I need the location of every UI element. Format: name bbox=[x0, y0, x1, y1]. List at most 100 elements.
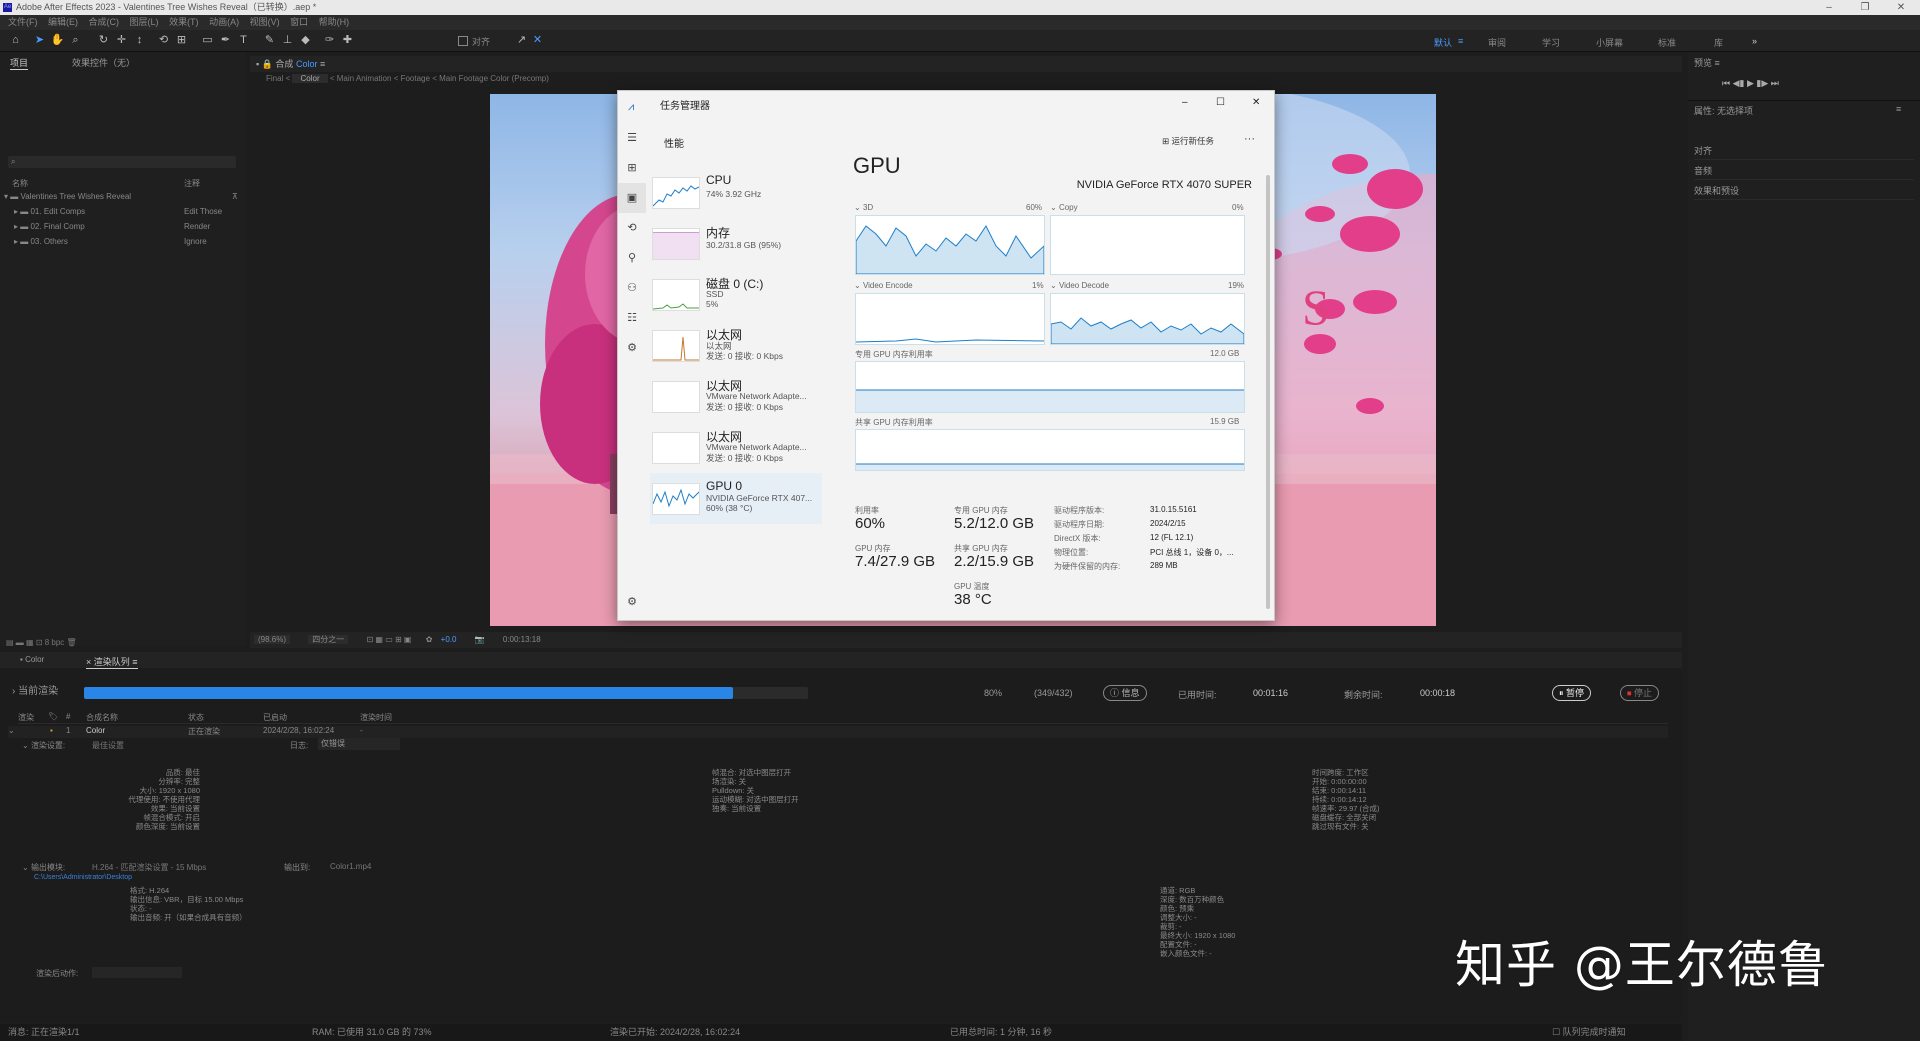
brush-tool-icon[interactable]: ✎ bbox=[262, 33, 277, 48]
exposure-value[interactable]: +0.0 bbox=[441, 635, 457, 644]
viewer-options-icons[interactable]: ⊡ ▦ ▭ ⊞ ▣ bbox=[366, 635, 411, 644]
workspace-overflow-icon[interactable]: » bbox=[1752, 36, 1757, 46]
hand-tool-icon[interactable]: ✋ bbox=[50, 33, 65, 48]
output-module-value[interactable]: H.264 - 匹配渲染设置 - 15 Mbps bbox=[92, 862, 206, 873]
notify-checkbox[interactable]: ☐ 队列完成时通知 bbox=[1552, 1024, 1626, 1041]
workspace-default[interactable]: 默认 bbox=[1434, 36, 1452, 49]
graph-copy-label[interactable]: ⌄ Copy bbox=[1050, 203, 1078, 212]
snap-options-icon[interactable]: ✕ bbox=[530, 33, 545, 48]
col-status[interactable]: 状态 bbox=[188, 712, 204, 723]
dolly-tool-icon[interactable]: ↕ bbox=[132, 33, 147, 48]
menu-window[interactable]: 窗口 bbox=[290, 17, 308, 27]
project-item-folder[interactable]: ▸ ▬ 02. Final Comp Render bbox=[14, 222, 234, 231]
home-icon[interactable]: ⌂ bbox=[8, 33, 23, 48]
zoom-dropdown[interactable]: (98.6%) bbox=[254, 635, 291, 644]
breadcrumb-item[interactable]: Main Animation bbox=[337, 74, 392, 83]
output-path-link[interactable]: C:\Users\Administrator\Desktop bbox=[34, 874, 132, 881]
history-icon[interactable]: ⟲ bbox=[618, 213, 646, 243]
perf-item-gpu[interactable]: GPU 0 NVIDIA GeForce RTX 407... 60% (38 … bbox=[650, 473, 822, 524]
viewer-timecode[interactable]: 0:00:13:18 bbox=[503, 635, 541, 644]
row-label-icon[interactable]: ▪ bbox=[50, 726, 53, 735]
graph-decode-label[interactable]: ⌄ Video Decode bbox=[1050, 281, 1109, 290]
workspace-menu-icon[interactable]: ≡ bbox=[1458, 36, 1463, 46]
performance-icon[interactable]: ▣ bbox=[618, 183, 646, 213]
col-started[interactable]: 已启动 bbox=[263, 712, 287, 723]
perf-item-ethernet[interactable]: 以太网 VMware Network Adapte... 发送: 0 接收: 0… bbox=[650, 422, 807, 473]
menu-file[interactable]: 文件(F) bbox=[8, 17, 38, 27]
graph-encode-label[interactable]: ⌄ Video Encode bbox=[854, 281, 913, 290]
text-tool-icon[interactable]: T bbox=[236, 33, 251, 48]
pause-button[interactable]: ⏸ 暂停 bbox=[1552, 685, 1592, 701]
col-render-time[interactable]: 渲染时间 bbox=[360, 712, 392, 723]
tm-scrollbar[interactable] bbox=[1266, 175, 1270, 609]
tab-effect-controls[interactable]: 效果控件（无） bbox=[72, 56, 135, 69]
minimize-button[interactable]: – bbox=[1814, 0, 1844, 15]
render-queue-row[interactable]: ⌄ ▪ 1 Color 正在渲染 2024/2/28, 16:02:24 - bbox=[8, 726, 1668, 738]
run-new-task-button[interactable]: ⊞ 运行新任务 bbox=[1162, 135, 1214, 147]
eraser-tool-icon[interactable]: ◆ bbox=[298, 33, 313, 48]
processes-icon[interactable]: ⊞ bbox=[618, 153, 646, 183]
clone-tool-icon[interactable]: ⊥ bbox=[280, 33, 295, 48]
col-number[interactable]: # bbox=[66, 712, 70, 721]
puppet-tool-icon[interactable]: ✚ bbox=[340, 33, 355, 48]
post-render-dropdown[interactable] bbox=[92, 967, 182, 978]
comp-lock-icon[interactable]: ▪ 🔒 bbox=[256, 59, 273, 69]
workspace-review[interactable]: 审阅 bbox=[1488, 36, 1506, 49]
properties-menu-icon[interactable]: ≡ bbox=[1896, 104, 1901, 114]
tab-project[interactable]: 项目 bbox=[10, 56, 29, 70]
menu-edit[interactable]: 编辑(E) bbox=[48, 17, 78, 27]
workspace-standard[interactable]: 标准 bbox=[1658, 36, 1676, 49]
tab-render-queue[interactable]: × 渲染队列 ≡ bbox=[86, 655, 138, 669]
snap-icon[interactable]: ↗ bbox=[514, 33, 529, 48]
roto-tool-icon[interactable]: ✑ bbox=[322, 33, 337, 48]
more-options-button[interactable]: ··· bbox=[1244, 133, 1255, 145]
panel-effects-presets[interactable]: 效果和预设 bbox=[1694, 184, 1914, 200]
render-settings-label[interactable]: ⌄ 渲染设置: bbox=[22, 740, 65, 751]
perf-item-memory[interactable]: 内存 30.2/31.8 GB (95%) bbox=[650, 218, 800, 269]
info-button[interactable]: ⓘ 信息 bbox=[1103, 685, 1147, 701]
comp-tab-menu-icon[interactable]: ≡ bbox=[320, 59, 325, 69]
pen-tool-icon[interactable]: ✒ bbox=[218, 33, 233, 48]
graph-3d-label[interactable]: ⌄ 3D bbox=[854, 203, 873, 212]
row-comp-name[interactable]: Color bbox=[86, 726, 105, 735]
comp-tab-name[interactable]: Color bbox=[296, 59, 318, 69]
snapshot-icon[interactable]: 📷 bbox=[475, 635, 485, 644]
col-label-icon[interactable]: 🏷 bbox=[48, 712, 58, 721]
breadcrumb-item[interactable]: Color bbox=[292, 74, 328, 83]
perf-item-ethernet[interactable]: 以太网 VMware Network Adapte... 发送: 0 接收: 0… bbox=[650, 371, 807, 422]
color-icon[interactable]: ✿ bbox=[426, 635, 433, 644]
shape-tool-icon[interactable]: ▭ bbox=[200, 33, 215, 48]
output-module-label[interactable]: ⌄ 输出模块: bbox=[22, 862, 65, 873]
pan-tool-icon[interactable]: ✛ bbox=[114, 33, 129, 48]
properties-tab[interactable]: 属性: 无选择项 bbox=[1694, 104, 1753, 117]
menu-layer[interactable]: 图层(L) bbox=[130, 17, 159, 27]
tm-minimize-button[interactable]: – bbox=[1182, 87, 1188, 119]
menu-effect[interactable]: 效果(T) bbox=[169, 17, 199, 27]
panel-align[interactable]: 对齐 bbox=[1694, 144, 1914, 160]
services-icon[interactable]: ⚙ bbox=[618, 333, 646, 363]
output-to-value[interactable]: Color1.mp4 bbox=[330, 862, 371, 871]
tab-timeline-color[interactable]: ▪ Color bbox=[20, 655, 44, 664]
stop-button[interactable]: ⏹ 停止 bbox=[1620, 685, 1660, 701]
project-footer-icons[interactable]: ▤ ▬ ▦ ⊡ 8 bpc 🗑 bbox=[6, 638, 77, 647]
col-render[interactable]: 渲染 bbox=[18, 712, 34, 723]
col-name-header[interactable]: 名称 bbox=[12, 178, 28, 189]
project-item-folder[interactable]: ▸ ▬ 01. Edit Comps Edit Those bbox=[14, 207, 234, 216]
log-dropdown[interactable]: 仅错误 bbox=[318, 738, 400, 750]
breadcrumb-item[interactable]: Main Footage Color (Precomp) bbox=[439, 74, 549, 83]
workspace-learn[interactable]: 学习 bbox=[1542, 36, 1560, 49]
project-item-root[interactable]: ▾ ▬ Valentines Tree Wishes Reveal bbox=[4, 192, 234, 201]
details-icon[interactable]: ☷ bbox=[618, 303, 646, 333]
perf-item-disk[interactable]: 磁盘 0 (C:) SSD 5% bbox=[650, 269, 800, 320]
perf-item-cpu[interactable]: CPU 74% 3.92 GHz bbox=[650, 167, 800, 218]
breadcrumb-item[interactable]: Footage bbox=[401, 74, 430, 83]
col-comp-name[interactable]: 合成名称 bbox=[86, 712, 118, 723]
users-icon[interactable]: ⚇ bbox=[618, 273, 646, 303]
startup-icon[interactable]: ⚲ bbox=[618, 243, 646, 273]
anchor-tool-icon[interactable]: ⊞ bbox=[174, 33, 189, 48]
breadcrumb-item[interactable]: Final bbox=[266, 74, 283, 83]
workspace-library[interactable]: 库 bbox=[1714, 36, 1723, 49]
menu-composition[interactable]: 合成(C) bbox=[89, 17, 120, 27]
align-checkbox[interactable] bbox=[458, 36, 468, 46]
render-settings-value[interactable]: 最佳设置 bbox=[92, 740, 124, 751]
